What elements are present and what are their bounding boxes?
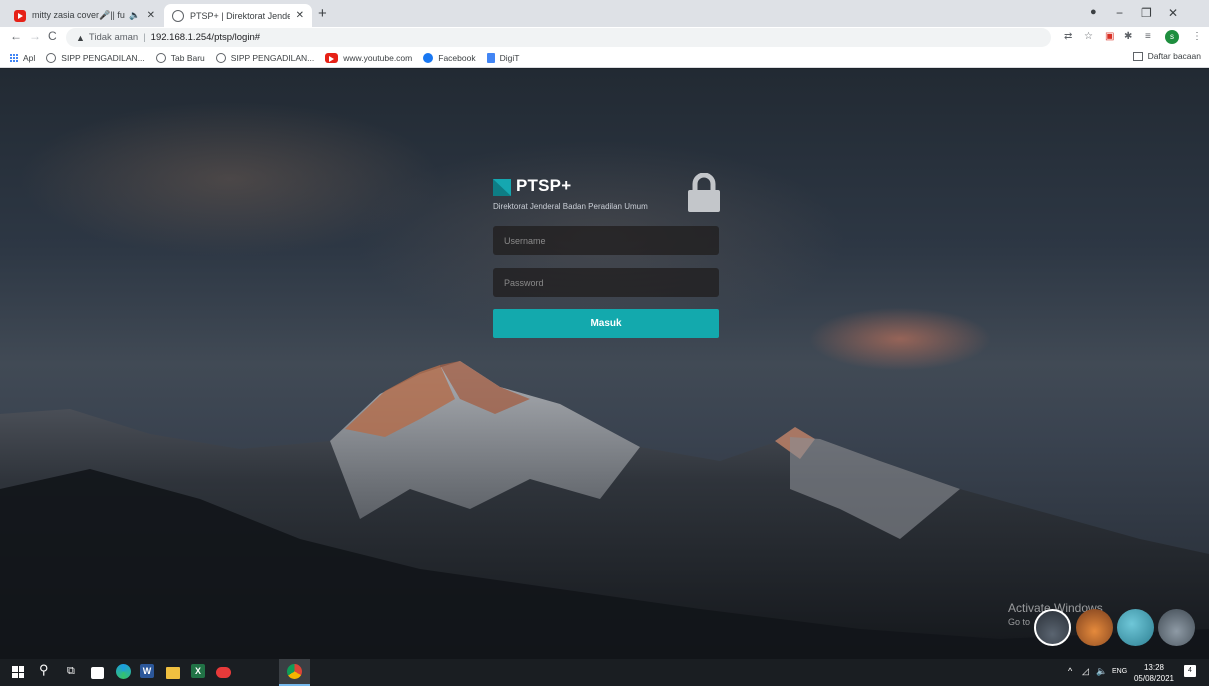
bookmark-label: DigiT bbox=[499, 52, 520, 63]
brand-title: PTSP+ bbox=[516, 176, 572, 195]
url-text: 192.168.1.254/ptsp/login# bbox=[150, 32, 261, 43]
reading-list-button[interactable]: Daftar bacaan bbox=[1132, 51, 1201, 61]
security-label: Tidak aman bbox=[88, 32, 139, 43]
facebook-icon bbox=[423, 52, 434, 63]
bookmark-sipp-1[interactable]: SIPP PENGADILAN... bbox=[46, 52, 145, 63]
store-icon[interactable] bbox=[91, 667, 104, 679]
password-input[interactable] bbox=[493, 268, 719, 297]
cloud-app-icon[interactable] bbox=[216, 667, 231, 678]
extension-icon[interactable]: ▣ bbox=[1105, 31, 1114, 42]
background-thumbnail-3[interactable] bbox=[1117, 609, 1154, 646]
tab-title: PTSP+ | Direktorat Jenderal Bada bbox=[190, 10, 290, 21]
address-separator: | bbox=[143, 32, 146, 43]
ptsp-logo-icon bbox=[493, 179, 511, 196]
browser-toolbar: ← → C ▲ Tidak aman | 192.168.1.254/ptsp/… bbox=[0, 27, 1209, 48]
tab-ptsp[interactable]: PTSP+ | Direktorat Jenderal Bada ✕ bbox=[164, 4, 312, 27]
tab-title: mitty zasia cover🎤|| full albu bbox=[32, 10, 125, 20]
new-tab-button[interactable]: + bbox=[318, 5, 327, 22]
masuk-button[interactable]: Masuk bbox=[493, 309, 719, 338]
media-queue-icon[interactable]: ≡ bbox=[1145, 31, 1151, 42]
windows-start-icon[interactable] bbox=[12, 666, 24, 678]
youtube-icon bbox=[14, 9, 26, 22]
network-icon[interactable]: ◿ bbox=[1082, 666, 1089, 677]
translate-icon[interactable]: ⇄ bbox=[1064, 31, 1072, 42]
globe-icon bbox=[155, 52, 166, 63]
profile-avatar[interactable]: s bbox=[1165, 30, 1179, 44]
bookmark-tab-baru[interactable]: Tab Baru bbox=[155, 52, 205, 63]
close-window-button[interactable]: ✕ bbox=[1168, 6, 1178, 20]
extensions-puzzle-icon[interactable]: ✱ bbox=[1124, 31, 1132, 42]
close-tab-icon[interactable]: ✕ bbox=[147, 10, 155, 21]
profile-indicator-icon[interactable]: ● bbox=[1090, 6, 1097, 18]
search-icon[interactable]: ⚲ bbox=[39, 662, 55, 678]
mountain-landscape bbox=[0, 361, 1209, 659]
background-thumbnail-1[interactable] bbox=[1034, 609, 1071, 646]
reload-button[interactable]: C bbox=[48, 29, 57, 43]
background-thumbnail-2[interactable] bbox=[1076, 609, 1113, 646]
address-bar[interactable]: ▲ Tidak aman | 192.168.1.254/ptsp/login# bbox=[66, 28, 1051, 47]
bookmark-apps[interactable]: Apl bbox=[10, 53, 35, 63]
windows-taskbar: ⚲ ⧉ W X ^ ◿ 🔈 ENG 13:28 05/08/2021 4 bbox=[0, 659, 1209, 686]
globe-icon bbox=[215, 52, 226, 63]
bookmark-label: www.youtube.com bbox=[343, 52, 413, 63]
brand-subtitle: Direktorat Jenderal Badan Peradilan Umum bbox=[493, 202, 648, 211]
bookmark-label: SIPP PENGADILAN... bbox=[61, 52, 145, 63]
lock-icon bbox=[688, 173, 720, 212]
bookmark-label: Tab Baru bbox=[170, 52, 205, 63]
restore-button[interactable]: ❐ bbox=[1141, 6, 1152, 20]
bookmark-youtube[interactable]: www.youtube.com bbox=[325, 52, 413, 63]
task-view-icon[interactable]: ⧉ bbox=[67, 665, 83, 681]
volume-icon[interactable]: 🔈 bbox=[1096, 666, 1107, 677]
notification-center-icon[interactable]: 4 bbox=[1184, 665, 1196, 677]
youtube-icon bbox=[325, 52, 339, 63]
bookmark-sipp-2[interactable]: SIPP PENGADILAN... bbox=[215, 52, 315, 63]
language-indicator[interactable]: ENG bbox=[1112, 668, 1127, 675]
bookmarks-bar: Apl SIPP PENGADILAN... Tab Baru SIPP PEN… bbox=[0, 48, 1209, 68]
globe-icon bbox=[172, 9, 184, 22]
username-input[interactable] bbox=[493, 226, 719, 255]
bookmark-label: Facebook bbox=[438, 52, 476, 63]
excel-icon[interactable]: X bbox=[191, 664, 205, 678]
minimize-button[interactable]: − bbox=[1116, 6, 1123, 20]
document-icon bbox=[486, 52, 495, 63]
clock-date: 05/08/2021 bbox=[1133, 674, 1175, 683]
apps-icon bbox=[10, 53, 18, 62]
globe-icon bbox=[46, 52, 57, 63]
bookmark-facebook[interactable]: Facebook bbox=[423, 52, 476, 63]
login-page-background: PTSP+ Direktorat Jenderal Badan Peradila… bbox=[0, 69, 1209, 659]
bookmark-label: Apl bbox=[23, 52, 36, 63]
tab-youtube[interactable]: mitty zasia cover🎤|| full albu 🔈 ✕ bbox=[6, 4, 163, 27]
tray-chevron-icon[interactable]: ^ bbox=[1068, 666, 1072, 676]
back-button[interactable]: ← bbox=[10, 29, 22, 43]
bookmark-digit[interactable]: DigiT bbox=[486, 52, 520, 63]
warning-icon[interactable]: ▲ bbox=[76, 33, 85, 43]
browser-tab-strip: mitty zasia cover🎤|| full albu 🔈 ✕ PTSP+… bbox=[0, 0, 1209, 27]
background-thumbnail-4[interactable] bbox=[1158, 609, 1195, 646]
bookmark-label: SIPP PENGADILAN... bbox=[230, 52, 315, 63]
notification-count: 4 bbox=[1188, 667, 1192, 674]
menu-icon[interactable]: ⋮ bbox=[1192, 31, 1202, 42]
file-explorer-icon[interactable] bbox=[166, 667, 180, 679]
close-tab-icon[interactable]: ✕ bbox=[296, 10, 304, 21]
word-icon[interactable]: W bbox=[140, 664, 154, 678]
speaker-icon[interactable]: 🔈 bbox=[129, 10, 140, 21]
reading-list-icon bbox=[1132, 51, 1143, 61]
clock-time: 13:28 bbox=[1143, 663, 1165, 672]
forward-button[interactable]: → bbox=[29, 29, 41, 43]
system-clock[interactable]: 13:28 05/08/2021 bbox=[1133, 662, 1175, 684]
reading-list-label: Daftar bacaan bbox=[1147, 51, 1201, 61]
edge-browser-icon[interactable] bbox=[116, 664, 131, 679]
bookmark-star-icon[interactable]: ☆ bbox=[1084, 31, 1093, 42]
chrome-icon[interactable] bbox=[287, 664, 302, 679]
